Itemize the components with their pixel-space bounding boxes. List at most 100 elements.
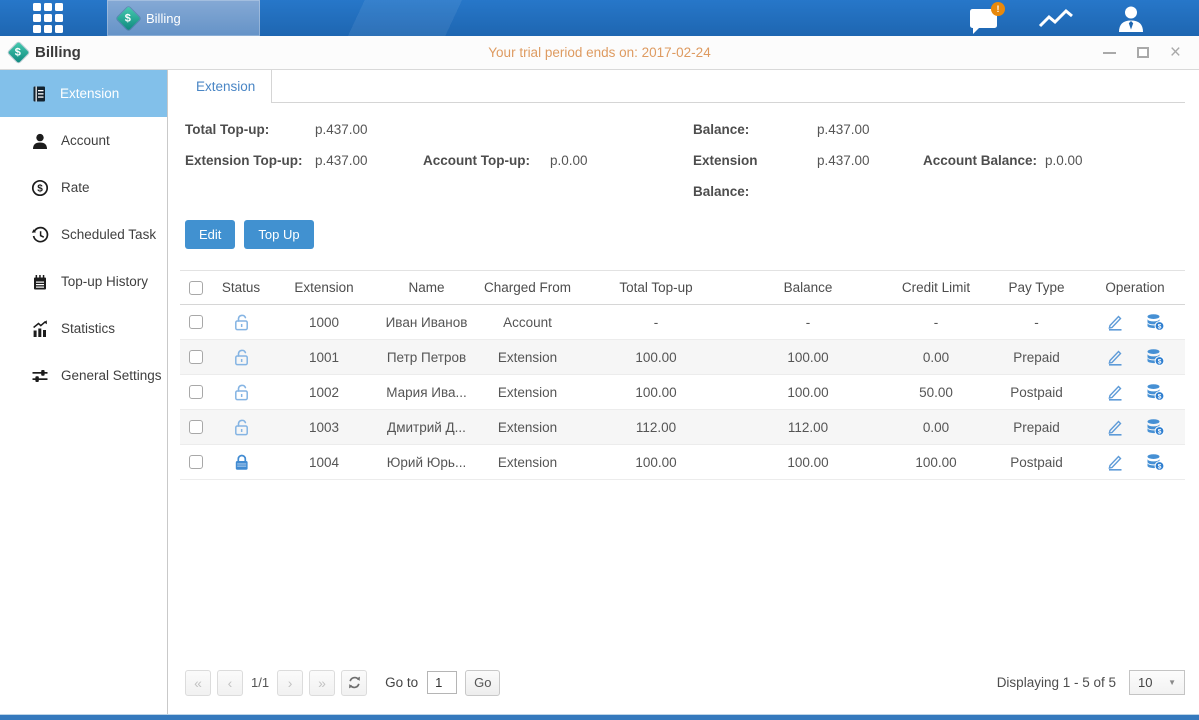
go-button[interactable]: Go <box>465 670 500 696</box>
row-checkbox[interactable] <box>189 350 203 364</box>
page-size-select[interactable]: 10 ▼ <box>1129 670 1185 695</box>
status-cell[interactable] <box>212 453 270 472</box>
notifications-button[interactable]: ! <box>970 9 997 28</box>
status-cell[interactable] <box>212 418 270 437</box>
svg-text:$: $ <box>1157 463 1161 470</box>
window-title: $ Billing <box>0 44 81 61</box>
app-grid-icon[interactable] <box>33 3 63 33</box>
prev-page-icon: ‹ <box>228 675 233 691</box>
svg-text:$: $ <box>1157 323 1161 330</box>
unlocked-icon <box>233 418 250 437</box>
credit-limit-cell: 100.00 <box>884 455 988 470</box>
trial-notice: Your trial period ends on: 2017-02-24 <box>488 45 710 60</box>
row-checkbox[interactable] <box>189 420 203 434</box>
prev-page-button[interactable]: ‹ <box>217 670 243 696</box>
topup-row-icon[interactable]: $ <box>1146 313 1165 331</box>
taskbar: $ Billing ! <box>0 0 1199 36</box>
billing-dollar-icon: $ <box>116 6 140 30</box>
pay-type-cell: Postpaid <box>988 455 1085 470</box>
name-cell: Юрий Юрь... <box>378 455 475 470</box>
tab-strip: Extension <box>180 70 1185 103</box>
minimize-button[interactable] <box>1103 52 1116 54</box>
sidebar: Extension Account $ Rate Scheduled Task <box>0 70 168 714</box>
col-balance: Balance <box>732 280 884 295</box>
extension-cell: 1001 <box>270 350 378 365</box>
status-cell[interactable] <box>212 313 270 332</box>
sidebar-item-rate[interactable]: $ Rate <box>0 164 167 211</box>
scheduled-task-clock-icon <box>31 226 49 244</box>
notification-badge: ! <box>991 2 1005 16</box>
col-total-topup: Total Top-up <box>580 280 732 295</box>
balance-label: Balance: <box>693 114 817 145</box>
balance-cell: 100.00 <box>732 385 884 400</box>
sidebar-item-topup-history[interactable]: Top-up History <box>0 258 167 305</box>
taskbar-tab-billing[interactable]: $ Billing <box>107 0 260 36</box>
last-page-button[interactable]: » <box>309 670 335 696</box>
credit-limit-cell: 0.00 <box>884 420 988 435</box>
total-topup-label: Total Top-up: <box>185 114 315 145</box>
name-cell: Иван Иванов <box>378 315 475 330</box>
topup-row-icon[interactable]: $ <box>1146 418 1165 436</box>
sidebar-item-statistics[interactable]: Statistics <box>0 305 167 352</box>
edit-row-icon[interactable] <box>1106 348 1124 366</box>
tab-extension[interactable]: Extension <box>180 70 272 103</box>
topup-row-icon[interactable]: $ <box>1146 348 1165 366</box>
col-pay-type: Pay Type <box>988 280 1085 295</box>
goto-page-input[interactable] <box>427 671 457 694</box>
charged-from-cell: Extension <box>475 420 580 435</box>
table-row: 1002 Мария Ива... Extension 100.00 100.0… <box>180 375 1185 410</box>
edit-row-icon[interactable] <box>1106 313 1124 331</box>
topup-row-icon[interactable]: $ <box>1146 453 1165 471</box>
unlocked-icon <box>233 383 250 402</box>
resource-monitor-button[interactable] <box>1037 5 1075 32</box>
extension-ledger-icon <box>31 85 48 103</box>
col-credit-limit: Credit Limit <box>884 280 988 295</box>
refresh-button[interactable] <box>341 670 367 696</box>
goto-label: Go to <box>385 675 418 690</box>
minimize-icon <box>1103 52 1116 54</box>
row-checkbox[interactable] <box>189 315 203 329</box>
table-row: 1004 Юрий Юрь... Extension 100.00 100.00… <box>180 445 1185 480</box>
edit-row-icon[interactable] <box>1106 453 1124 471</box>
row-checkbox[interactable] <box>189 455 203 469</box>
balance-cell: 112.00 <box>732 420 884 435</box>
next-page-button[interactable]: › <box>277 670 303 696</box>
sidebar-item-scheduled-task[interactable]: Scheduled Task <box>0 211 167 258</box>
charged-from-cell: Account <box>475 315 580 330</box>
col-operation: Operation <box>1085 280 1185 295</box>
displaying-text: Displaying 1 - 5 of 5 <box>997 675 1116 690</box>
maximize-button[interactable] <box>1137 47 1149 58</box>
account-topup-label: Account Top-up: <box>423 145 550 207</box>
page-size-value: 10 <box>1138 675 1152 690</box>
extension-cell: 1004 <box>270 455 378 470</box>
table-row: 1000 Иван Иванов Account - - - - <box>180 305 1185 340</box>
status-cell[interactable] <box>212 348 270 367</box>
credit-limit-cell: 0.00 <box>884 350 988 365</box>
window-title-text: Billing <box>35 44 81 61</box>
col-status: Status <box>212 280 270 295</box>
desktop-taskbar-strip <box>0 714 1199 720</box>
close-button[interactable]: × <box>1170 46 1181 60</box>
sidebar-item-label: General Settings <box>61 368 162 383</box>
table-row: 1003 Дмитрий Д... Extension 112.00 112.0… <box>180 410 1185 445</box>
page-indicator: 1/1 <box>251 675 269 690</box>
sidebar-item-extension[interactable]: Extension <box>0 70 167 117</box>
select-all-checkbox[interactable] <box>189 281 203 295</box>
sidebar-item-account[interactable]: Account <box>0 117 167 164</box>
pagination-bar: « ‹ 1/1 › » Go to Go Displaying 1 - 5 of… <box>180 664 1185 714</box>
extension-cell: 1002 <box>270 385 378 400</box>
edit-row-icon[interactable] <box>1106 418 1124 436</box>
status-cell[interactable] <box>212 383 270 402</box>
sidebar-item-general-settings[interactable]: General Settings <box>0 352 167 399</box>
row-checkbox[interactable] <box>189 385 203 399</box>
billing-dollar-icon: $ <box>8 42 29 63</box>
balance-cell: 100.00 <box>732 350 884 365</box>
first-page-button[interactable]: « <box>185 670 211 696</box>
topup-row-icon[interactable]: $ <box>1146 383 1165 401</box>
edit-button[interactable]: Edit <box>185 220 235 249</box>
unlocked-icon <box>233 348 250 367</box>
topup-button[interactable]: Top Up <box>244 220 313 249</box>
user-account-button[interactable] <box>1115 5 1147 32</box>
edit-row-icon[interactable] <box>1106 383 1124 401</box>
chevron-down-icon: ▼ <box>1168 678 1176 687</box>
